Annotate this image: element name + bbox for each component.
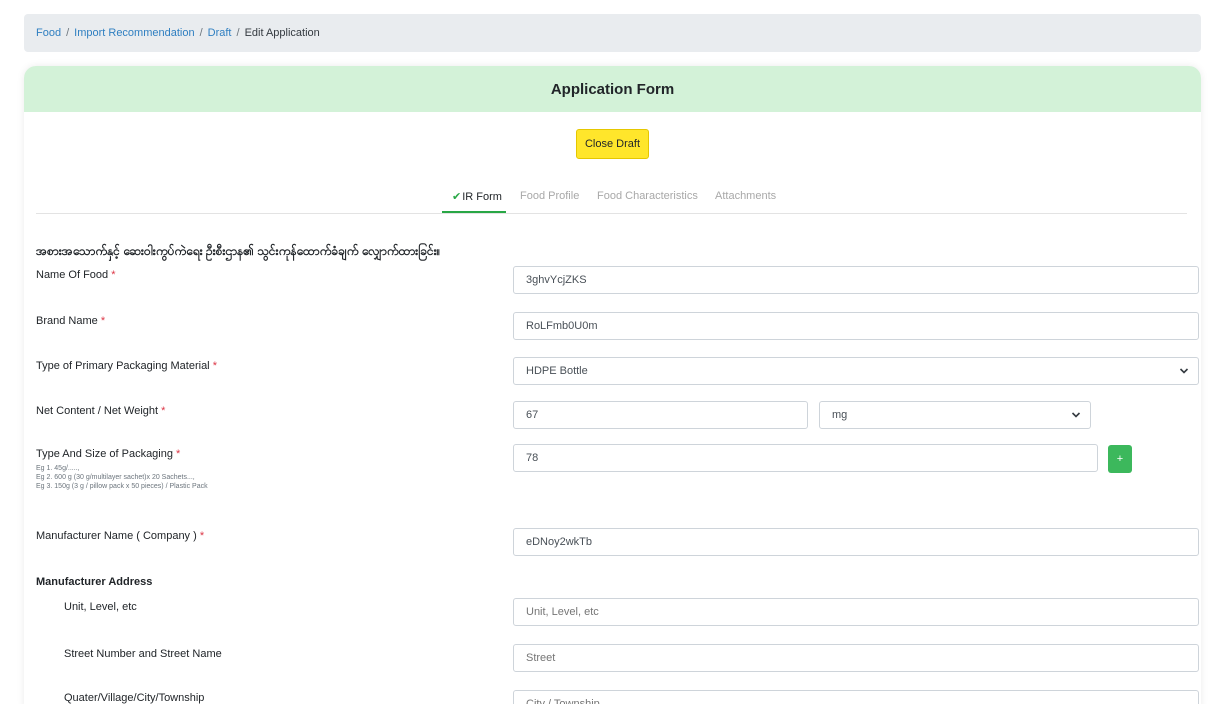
net-content-unit-value: mg	[832, 409, 848, 421]
city-township-label: Quater/Village/City/Township	[64, 692, 205, 704]
required-mark: *	[212, 360, 217, 372]
breadcrumb-item-import-recommendation[interactable]: Import Recommendation	[74, 27, 194, 39]
packaging-size-label: Type And Size of Packaging *	[36, 448, 181, 460]
net-content-unit-select[interactable]: mg	[819, 401, 1091, 429]
tab-food-characteristics[interactable]: Food Characteristics	[597, 190, 698, 202]
street-input[interactable]	[513, 644, 1199, 672]
form-tabs: ✔IR Form Food Profile Food Characteristi…	[24, 184, 1201, 214]
required-mark: *	[176, 448, 181, 460]
brand-name-input[interactable]: RoLFmb0U0m	[513, 312, 1199, 340]
manufacturer-name-label: Manufacturer Name ( Company ) *	[36, 530, 205, 542]
breadcrumb-separator: /	[199, 27, 203, 39]
required-mark: *	[161, 405, 166, 417]
street-label: Street Number and Street Name	[64, 648, 222, 660]
name-of-food-input[interactable]: 3ghvYcjZKS	[513, 266, 1199, 294]
chevron-down-icon	[1071, 412, 1081, 418]
close-draft-button[interactable]: Close Draft	[576, 129, 649, 159]
packaging-hint: Eg 2. 600 g (30 g/multilayer sachet)x 20…	[36, 474, 195, 481]
city-township-input[interactable]	[513, 690, 1199, 704]
tab-label: Food Characteristics	[597, 190, 698, 202]
chevron-down-icon	[1179, 368, 1189, 374]
required-mark: *	[111, 269, 116, 281]
net-content-label: Net Content / Net Weight *	[36, 405, 166, 417]
net-content-input[interactable]: 67	[513, 401, 808, 429]
unit-level-label: Unit, Level, etc	[64, 601, 137, 613]
packaging-size-input[interactable]: 78	[513, 444, 1098, 472]
page-title: Application Form	[550, 80, 675, 98]
application-form-card: Application Form Close Draft ✔IR Form Fo…	[24, 66, 1201, 704]
add-packaging-button[interactable]: +	[1108, 445, 1132, 473]
tab-food-profile[interactable]: Food Profile	[520, 190, 579, 202]
tab-label: Food Profile	[520, 190, 580, 202]
tab-divider	[36, 213, 1187, 214]
packaging-hint: Eg 1. 45g/.....,	[36, 465, 80, 472]
tab-attachments[interactable]: Attachments	[715, 190, 776, 202]
check-icon: ✔	[452, 191, 462, 203]
breadcrumb-separator: /	[66, 27, 70, 39]
manufacturer-address-heading: Manufacturer Address	[36, 576, 153, 588]
name-of-food-label: Name Of Food *	[36, 269, 116, 281]
breadcrumb-item-food[interactable]: Food	[36, 27, 61, 39]
card-header: Application Form	[24, 66, 1201, 112]
unit-level-input[interactable]	[513, 598, 1199, 626]
packaging-material-select[interactable]: HDPE Bottle	[513, 357, 1199, 385]
breadcrumb: Food / Import Recommendation / Draft / E…	[24, 14, 1201, 52]
tab-ir-form[interactable]: ✔IR Form	[442, 190, 506, 214]
brand-name-label: Brand Name *	[36, 315, 106, 327]
manufacturer-name-input[interactable]: eDNoy2wkTb	[513, 528, 1199, 556]
tab-label: IR Form	[462, 191, 502, 203]
required-mark: *	[100, 315, 106, 327]
tab-label: Attachments	[715, 190, 777, 202]
required-mark: *	[199, 530, 205, 542]
packaging-material-value: HDPE Bottle	[526, 365, 588, 377]
breadcrumb-item-draft[interactable]: Draft	[208, 27, 232, 39]
breadcrumb-separator: /	[236, 27, 240, 39]
section-title: အစားအသောက်နှင့် ဆေးဝါးကွပ်ကဲရေး ဦးစီးဌာန…	[36, 244, 441, 258]
packaging-material-label: Type of Primary Packaging Material *	[36, 360, 217, 372]
breadcrumb-current: Edit Application	[244, 27, 320, 39]
packaging-hint: Eg 3. 150g (3 g / pillow pack x 50 piece…	[36, 483, 208, 490]
